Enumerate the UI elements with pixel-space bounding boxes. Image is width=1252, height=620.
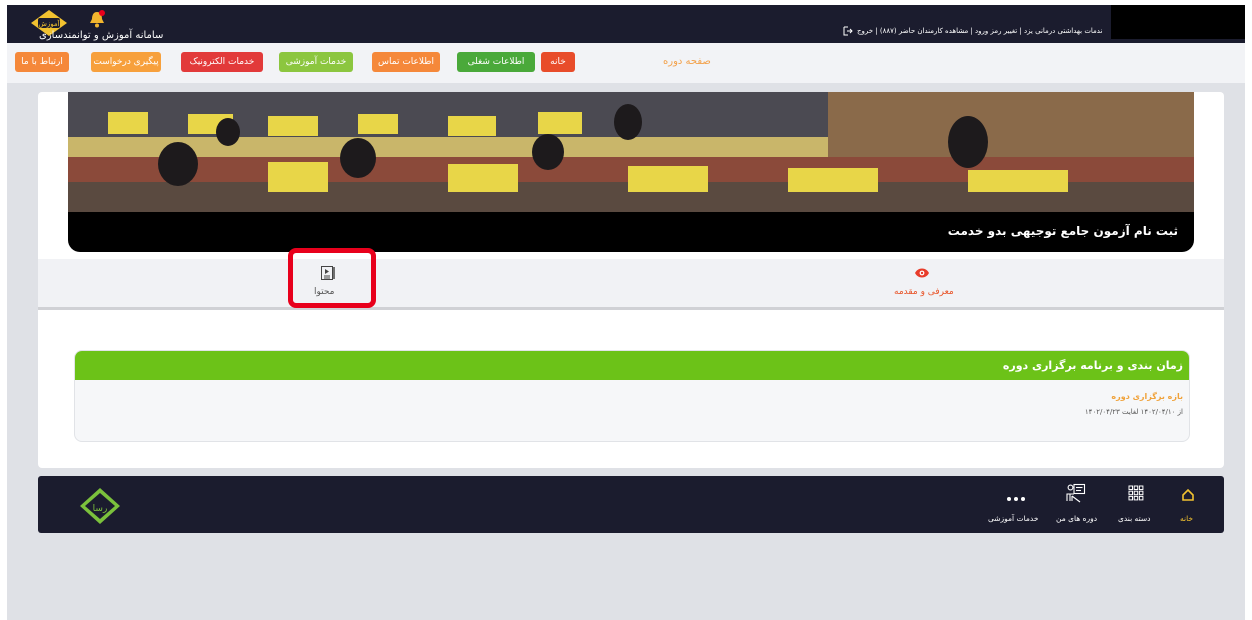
schedule-header: زمان بندی و برنامه برگزاری دوره	[75, 351, 1189, 380]
nav-job-info[interactable]: اطلاعات شغلی	[457, 52, 535, 72]
app-title: سامانه آموزش و توانمندسازی	[39, 30, 164, 41]
more-dots-icon[interactable]	[1006, 496, 1026, 502]
nav-contact-us[interactable]: ارتباط با ما	[15, 52, 69, 72]
bottom-nav: رسا خانه دسته بندی دوره های من خدمات آمو…	[38, 476, 1224, 533]
user-links[interactable]: ندمات بهداشتی درمانی یزد | تغییر رمز ورو…	[857, 27, 1102, 35]
period-range: از ۱۴۰۲/۰۴/۱۰ لغایت ۱۴۰۲/۰۴/۲۳	[1084, 408, 1183, 416]
breadcrumb: صفحه دوره	[663, 56, 711, 67]
course-card: ثبت نام آزمون جامع توجیهی بدو خدمت محتوا…	[38, 92, 1224, 468]
footer-logo-text: رسا	[93, 504, 108, 514]
course-tabs: محتوا معرفی و مقدمه	[38, 259, 1224, 310]
footer-home[interactable]: خانه	[1180, 514, 1193, 523]
tab-intro[interactable]: معرفی و مقدمه	[894, 287, 954, 297]
top-bar: آموزش سامانه آموزش و توانمندسازی ندمات ب…	[7, 5, 1245, 43]
grid-icon[interactable]	[1128, 485, 1144, 501]
nav-request-tracking[interactable]: پیگیری درخواست	[91, 52, 161, 72]
footer-edu-services[interactable]: خدمات آموزشی	[988, 514, 1038, 523]
rasa-logo-icon: رسا	[80, 488, 120, 524]
classroom-photo	[68, 92, 1194, 212]
eye-icon	[915, 268, 929, 278]
home-icon[interactable]	[1181, 488, 1195, 502]
teacher-board-icon[interactable]	[1066, 483, 1086, 503]
nav-contact-info[interactable]: اطلاعات تماس	[372, 52, 440, 72]
footer-my-courses[interactable]: دوره های من	[1056, 514, 1097, 523]
course-title: ثبت نام آزمون جامع توجیهی بدو خدمت	[947, 224, 1178, 238]
nav-home[interactable]: خانه	[541, 52, 575, 72]
highlight-box	[288, 248, 376, 308]
period-label: بازه برگزاری دوره	[1111, 392, 1183, 401]
nav-education-services[interactable]: خدمات آموزشی	[279, 52, 353, 72]
schedule-title: زمان بندی و برنامه برگزاری دوره	[1002, 359, 1183, 372]
notification-bell-icon[interactable]	[87, 9, 107, 29]
logout-icon[interactable]	[843, 26, 853, 36]
redacted-user-area	[1111, 5, 1245, 39]
footer-categories[interactable]: دسته بندی	[1118, 514, 1150, 523]
course-banner: ثبت نام آزمون جامع توجیهی بدو خدمت	[68, 92, 1194, 252]
schedule-panel: زمان بندی و برنامه برگزاری دوره بازه برگ…	[74, 350, 1190, 442]
browser-viewport: آموزش سامانه آموزش و توانمندسازی ندمات ب…	[7, 5, 1245, 620]
nav-electronic-services[interactable]: خدمات الکترونیک	[181, 52, 263, 72]
main-nav: ارتباط با ما پیگیری درخواست خدمات الکترو…	[7, 43, 1245, 83]
logo-text: آموزش	[38, 19, 60, 28]
